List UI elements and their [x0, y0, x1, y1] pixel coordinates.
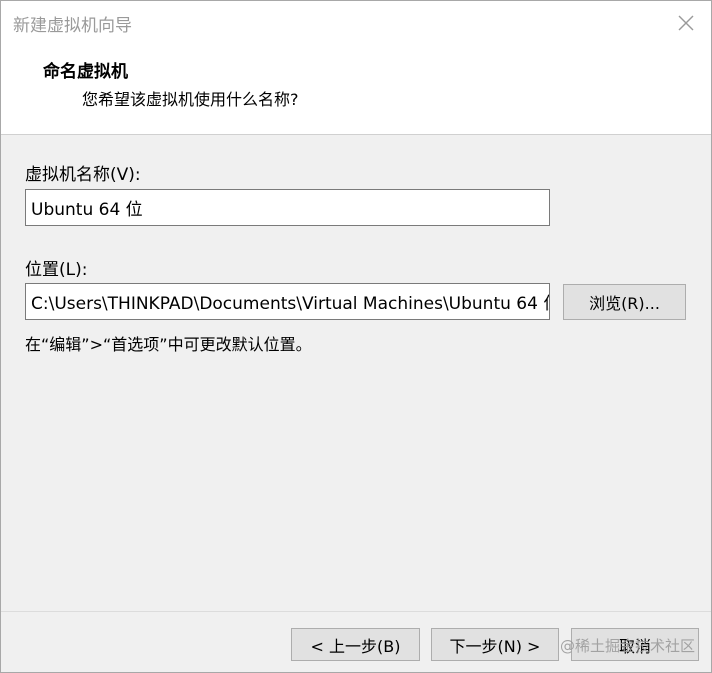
browse-button[interactable]: 浏览(R)... — [563, 284, 686, 320]
location-input[interactable]: C:\Users\THINKPAD\Documents\Virtual Mach… — [25, 283, 550, 320]
wizard-window: 新建虚拟机向导 命名虚拟机 您希望该虚拟机使用什么名称? 虚拟机名称(V): U… — [0, 0, 712, 673]
page-subtitle: 您希望该虚拟机使用什么名称? — [82, 90, 299, 109]
window-title: 新建虚拟机向导 — [13, 16, 132, 36]
vm-name-label: 虚拟机名称(V): — [25, 165, 141, 185]
back-button-label: < 上一步(B) — [310, 636, 401, 656]
location-value: C:\Users\THINKPAD\Documents\Virtual Mach… — [31, 294, 550, 314]
wizard-header: 命名虚拟机 您希望该虚拟机使用什么名称? — [1, 45, 711, 135]
cancel-button[interactable]: 取消 — [571, 628, 699, 661]
close-icon — [678, 15, 694, 31]
next-button-label: 下一步(N) > — [449, 636, 541, 656]
browse-button-label: 浏览(R)... — [589, 294, 660, 313]
cancel-button-label: 取消 — [618, 636, 651, 656]
back-button[interactable]: < 上一步(B) — [291, 628, 420, 661]
footer-divider — [1, 611, 711, 612]
default-location-note: 在“编辑”>“首选项”中可更改默认位置。 — [25, 335, 312, 354]
location-label: 位置(L): — [25, 260, 88, 280]
vm-name-input[interactable]: Ubuntu 64 位 — [25, 189, 550, 226]
vm-name-value: Ubuntu 64 位 — [31, 200, 143, 220]
close-button[interactable] — [669, 7, 703, 39]
title-bar[interactable]: 新建虚拟机向导 — [1, 1, 711, 45]
page-title: 命名虚拟机 — [43, 62, 128, 82]
next-button[interactable]: 下一步(N) > — [431, 628, 559, 661]
